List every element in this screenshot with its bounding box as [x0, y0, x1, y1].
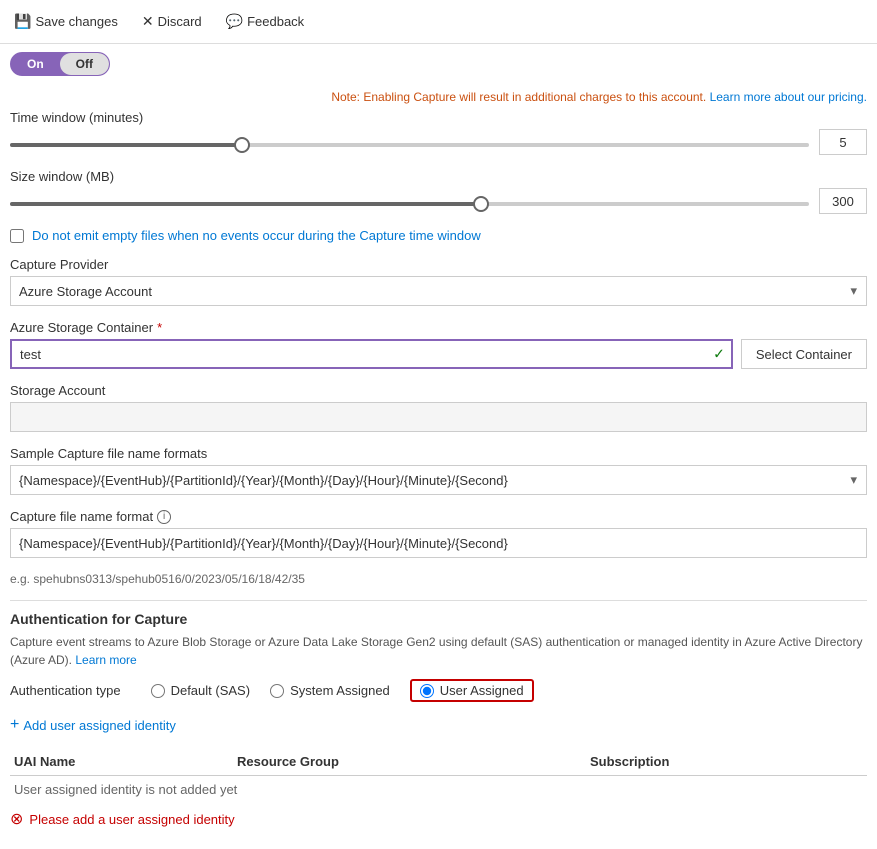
azure-storage-container-group: Azure Storage Container * ✓ Select Conta… [10, 320, 867, 369]
sample-capture-format-wrapper: {Namespace}/{EventHub}/{PartitionId}/{Ye… [10, 465, 867, 495]
sample-capture-format-select[interactable]: {Namespace}/{EventHub}/{PartitionId}/{Ye… [10, 465, 867, 495]
resource-group-column-header: Resource Group [233, 748, 586, 776]
save-icon: 💾 [14, 13, 31, 30]
time-window-group: Time window (minutes) 5 [10, 110, 867, 155]
time-window-slider[interactable] [10, 143, 809, 147]
error-text: Please add a user assigned identity [29, 812, 234, 827]
capture-file-format-input[interactable] [10, 528, 867, 558]
discard-icon: ✕ [142, 13, 154, 30]
feedback-icon: 💬 [226, 13, 243, 30]
discard-button[interactable]: ✕ Discard [138, 11, 206, 32]
toggle-on[interactable]: On [11, 53, 60, 75]
error-icon: ⊗ [10, 809, 23, 829]
size-window-slider-container [10, 194, 809, 209]
uai-table: UAI Name Resource Group Subscription Use… [10, 748, 867, 803]
container-input-row: ✓ Select Container [10, 339, 867, 369]
radio-system-assigned-label: System Assigned [290, 683, 390, 698]
auth-learn-more-link[interactable]: Learn more [75, 653, 136, 667]
error-message: ⊗ Please add a user assigned identity [10, 809, 867, 829]
uai-empty-row: User assigned identity is not added yet [10, 776, 867, 804]
feedback-button[interactable]: 💬 Feedback [222, 11, 309, 32]
toolbar: 💾 Save changes ✕ Discard 💬 Feedback [0, 0, 877, 44]
plus-icon: + [10, 716, 19, 734]
radio-default-sas[interactable]: Default (SAS) [151, 683, 250, 698]
note-bar: Note: Enabling Capture will result in ad… [0, 84, 877, 110]
select-container-button[interactable]: Select Container [741, 339, 867, 369]
auth-description: Capture event streams to Azure Blob Stor… [10, 633, 867, 669]
uai-name-column-header: UAI Name [10, 748, 233, 776]
radio-default-sas-label: Default (SAS) [171, 683, 250, 698]
toggle-area: On Off [0, 44, 877, 84]
azure-storage-container-label: Azure Storage Container * [10, 320, 867, 335]
time-window-slider-row: 5 [10, 129, 867, 155]
empty-files-checkbox[interactable] [10, 229, 24, 243]
toggle-off[interactable]: Off [60, 53, 109, 75]
check-icon: ✓ [713, 346, 725, 363]
empty-files-label[interactable]: Do not emit empty files when no events o… [32, 228, 481, 243]
sample-capture-format-label: Sample Capture file name formats [10, 446, 867, 461]
capture-provider-label: Capture Provider [10, 257, 867, 272]
container-input[interactable] [10, 339, 733, 369]
capture-provider-group: Capture Provider Azure Storage Account A… [10, 257, 867, 306]
radio-default-sas-input[interactable] [151, 684, 165, 698]
storage-account-group: Storage Account [10, 383, 867, 432]
radio-user-assigned-label: User Assigned [440, 683, 524, 698]
main-content: Time window (minutes) 5 Size window (MB)… [0, 110, 877, 849]
size-window-value: 300 [819, 188, 867, 214]
auth-section-title: Authentication for Capture [10, 611, 867, 627]
example-text: e.g. spehubns0313/spehub0516/0/2023/05/1… [10, 572, 867, 586]
capture-provider-select-wrapper: Azure Storage Account Azure Data Lake St… [10, 276, 867, 306]
empty-files-checkbox-row: Do not emit empty files when no events o… [10, 228, 867, 243]
add-identity-link[interactable]: + Add user assigned identity [10, 716, 867, 734]
radio-user-assigned-input[interactable] [420, 684, 434, 698]
storage-account-input [10, 402, 867, 432]
capture-provider-select[interactable]: Azure Storage Account Azure Data Lake St… [10, 276, 867, 306]
radio-system-assigned-input[interactable] [270, 684, 284, 698]
auth-type-row: Authentication type Default (SAS) System… [10, 679, 867, 702]
sample-capture-format-group: Sample Capture file name formats {Namesp… [10, 446, 867, 495]
divider-1 [10, 600, 867, 601]
container-input-wrapper: ✓ [10, 339, 733, 369]
pricing-link[interactable]: Learn more about our pricing. [710, 90, 867, 104]
required-indicator: * [157, 320, 162, 335]
uai-empty-message: User assigned identity is not added yet [10, 776, 867, 804]
auth-type-label: Authentication type [10, 683, 121, 698]
time-window-value: 5 [819, 129, 867, 155]
time-window-label: Time window (minutes) [10, 110, 867, 125]
capture-format-info-icon[interactable]: i [157, 510, 171, 524]
time-window-slider-container [10, 135, 809, 150]
size-window-slider-row: 300 [10, 188, 867, 214]
size-window-group: Size window (MB) 300 [10, 169, 867, 214]
save-changes-button[interactable]: 💾 Save changes [10, 11, 122, 32]
size-window-label: Size window (MB) [10, 169, 867, 184]
capture-file-format-group: Capture file name format i [10, 509, 867, 558]
size-window-slider[interactable] [10, 202, 809, 206]
storage-account-label: Storage Account [10, 383, 867, 398]
auth-section: Authentication for Capture Capture event… [10, 611, 867, 829]
radio-user-assigned[interactable]: User Assigned [410, 679, 534, 702]
subscription-column-header: Subscription [586, 748, 867, 776]
capture-toggle[interactable]: On Off [10, 52, 110, 76]
capture-file-format-label: Capture file name format i [10, 509, 867, 524]
radio-system-assigned[interactable]: System Assigned [270, 683, 390, 698]
